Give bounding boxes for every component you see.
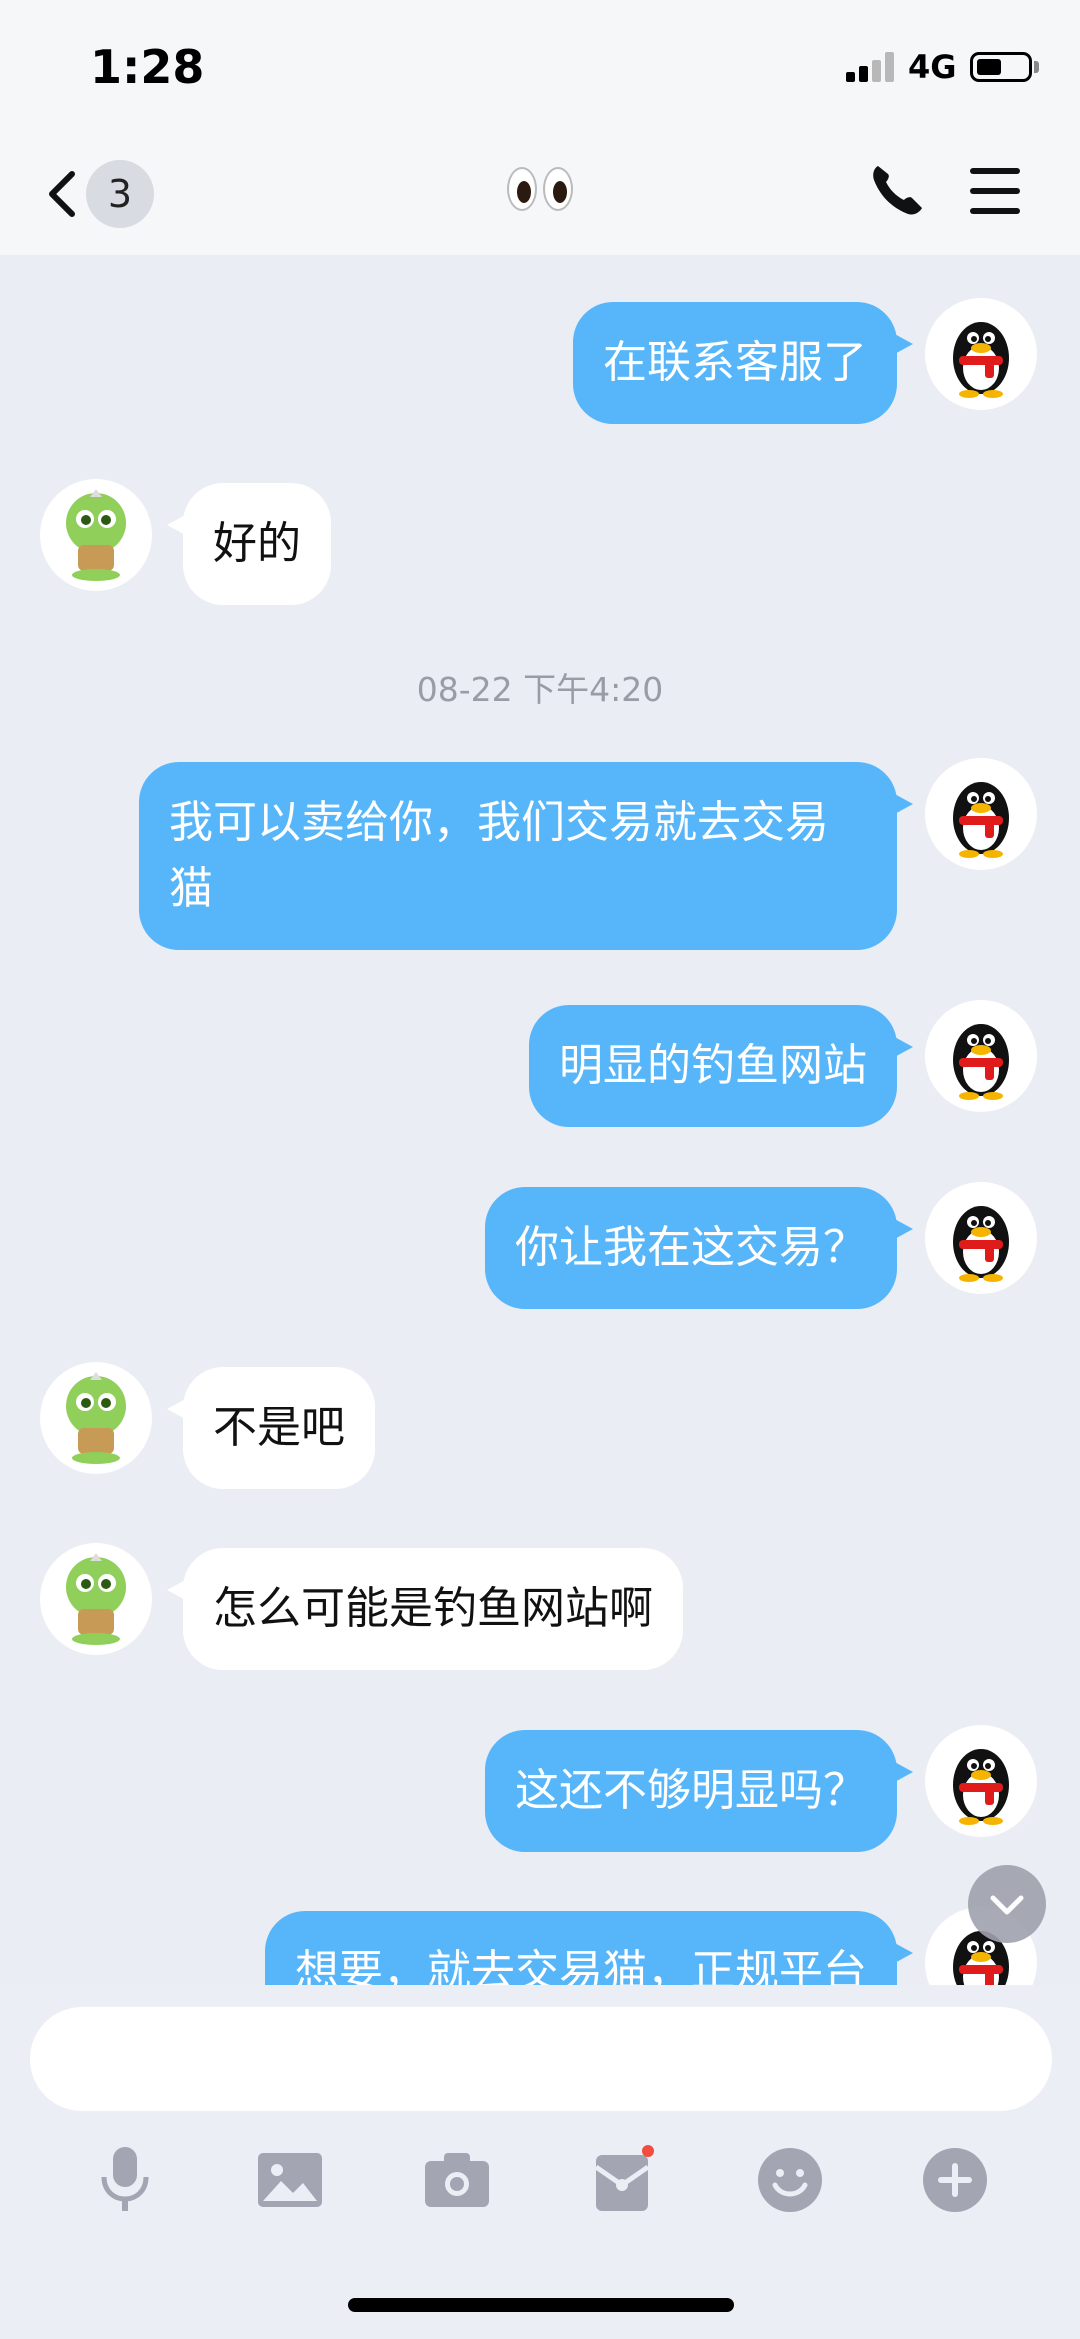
menu-icon[interactable] xyxy=(970,164,1026,220)
message-bubble-out[interactable]: 这还不够明显吗？ xyxy=(485,1730,913,1852)
dragon-avatar-icon xyxy=(66,1553,126,1645)
penguin-avatar-icon xyxy=(953,1024,1009,1100)
emoji-icon[interactable] xyxy=(755,2145,825,2215)
message-bubble-in[interactable]: 好的 xyxy=(167,483,331,605)
message-bubble-out[interactable]: 明显的钓鱼网站 xyxy=(529,1005,913,1127)
message-bubble-out[interactable]: 你让我在这交易？ xyxy=(485,1187,913,1309)
penguin-avatar-icon xyxy=(953,1749,1009,1825)
message-input[interactable] xyxy=(30,2007,1052,2111)
red-packet-icon[interactable] xyxy=(588,2145,658,2215)
dragon-avatar-icon xyxy=(66,489,126,581)
battery-icon xyxy=(970,52,1032,82)
self-avatar[interactable] xyxy=(925,1000,1037,1112)
self-avatar[interactable] xyxy=(925,758,1037,870)
phone-call-icon[interactable] xyxy=(868,160,924,220)
message-bubble-in[interactable]: 怎么可能是钓鱼网站啊 xyxy=(167,1548,683,1670)
back-icon[interactable] xyxy=(40,158,90,228)
signal-icon xyxy=(846,50,896,82)
self-avatar[interactable] xyxy=(925,298,1037,410)
status-bar: 1:28 4G xyxy=(0,0,1080,130)
message-bubble-out[interactable]: 在联系客服了 xyxy=(573,302,913,424)
dragon-avatar-icon xyxy=(66,1372,126,1464)
penguin-avatar-icon xyxy=(953,782,1009,858)
plus-icon[interactable] xyxy=(920,2145,990,2215)
eyes-emoji-icon xyxy=(500,154,580,224)
self-avatar[interactable] xyxy=(925,1725,1037,1837)
contact-avatar[interactable] xyxy=(40,479,152,591)
home-indicator xyxy=(348,2298,734,2312)
image-icon[interactable] xyxy=(255,2145,325,2215)
message-bubble-in[interactable]: 不是吧 xyxy=(167,1367,375,1489)
self-avatar[interactable] xyxy=(925,1182,1037,1294)
timestamp: 08-22 下午4:20 xyxy=(416,670,664,709)
unread-count-badge[interactable]: 3 xyxy=(86,160,154,228)
nav-bar: 3 xyxy=(0,130,1080,255)
message-bubble-out[interactable]: 想要，就去交易猫，正规平台 xyxy=(265,1911,913,1985)
penguin-avatar-icon xyxy=(953,1206,1009,1282)
camera-icon[interactable] xyxy=(422,2145,492,2215)
scroll-to-bottom-button[interactable] xyxy=(968,1865,1046,1943)
penguin-avatar-icon xyxy=(953,322,1009,398)
message-list[interactable]: 在联系客服了 好的 08-22 下午4:20 我可以卖给你，我们交易就去交易猫 … xyxy=(0,255,1080,1985)
contact-avatar[interactable] xyxy=(40,1543,152,1655)
microphone-icon[interactable] xyxy=(90,2145,160,2215)
battery-cap xyxy=(1034,61,1039,73)
input-toolbar xyxy=(0,2145,1080,2225)
message-bubble-out[interactable]: 我可以卖给你，我们交易就去交易猫 xyxy=(139,762,913,950)
contact-avatar[interactable] xyxy=(40,1362,152,1474)
network-type: 4G xyxy=(908,48,957,86)
chat-screen: 1:28 4G 3 在联系客服了 好的 08-22 下午4:20 我可以卖给你，… xyxy=(0,0,1080,2339)
status-time: 1:28 xyxy=(90,40,205,94)
input-area xyxy=(0,1985,1080,2339)
